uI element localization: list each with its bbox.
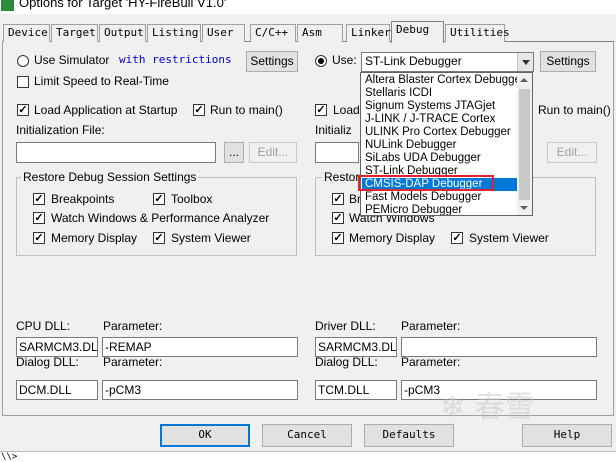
tab-device[interactable]: Device: [3, 24, 50, 42]
cpu-param-label: Parameter:: [103, 319, 163, 333]
driver-dll-input[interactable]: SARMCM3.DLL: [315, 337, 397, 357]
dropdown-scrollbar[interactable]: [517, 73, 532, 215]
tab-linker[interactable]: Linker: [346, 24, 391, 42]
cancel-button[interactable]: Cancel: [262, 424, 352, 447]
dialog-param-label: Parameter:: [103, 355, 163, 369]
title-bar: Options for Target 'HY-FireBull V1.0': [0, 0, 616, 14]
dropdown-item[interactable]: J-LINK / J-TRACE Cortex: [362, 113, 518, 126]
debugger-dropdown-list: Altera Blaster Cortex Debugger Stellaris…: [360, 72, 533, 216]
right-system-viewer-label: System Viewer: [469, 231, 549, 245]
with-restrictions-link[interactable]: with restrictions: [119, 53, 232, 66]
toolbox-checkbox[interactable]: ✓: [153, 193, 165, 205]
debugger-select-value: ST-Link Debugger: [365, 54, 462, 68]
simulator-settings-button[interactable]: Settings: [246, 51, 298, 72]
breakpoints-checkbox[interactable]: ✓: [33, 193, 45, 205]
toolbox-label: Toolbox: [171, 192, 213, 206]
limit-speed-label: Limit Speed to Real-Time: [34, 74, 169, 88]
right-watch-windows-checkbox[interactable]: ✓: [332, 212, 344, 224]
dropdown-item[interactable]: Altera Blaster Cortex Debugger: [362, 74, 525, 87]
chevron-down-icon[interactable]: [517, 53, 533, 71]
memory-display-label: Memory Display: [51, 231, 138, 245]
use-debugger-radio[interactable]: [315, 55, 327, 67]
right-dialog-dll-label: Dialog DLL:: [315, 355, 378, 369]
right-init-file-edit-button[interactable]: Edit...: [547, 142, 597, 163]
command-console[interactable]: \\>: [0, 451, 616, 462]
driver-param-label: Parameter:: [401, 319, 461, 333]
watch-windows-checkbox[interactable]: ✓: [33, 212, 45, 224]
right-init-file-input[interactable]: [315, 142, 359, 163]
scrollbar-thumb[interactable]: [519, 89, 530, 200]
debugger-select[interactable]: ST-Link Debugger: [361, 52, 534, 72]
memory-display-checkbox[interactable]: ✓: [33, 232, 45, 244]
window-title: Options for Target 'HY-FireBull V1.0': [19, 0, 227, 10]
right-load-label: Load: [333, 103, 360, 117]
ok-button[interactable]: OK: [160, 424, 250, 447]
use-simulator-radio[interactable]: [17, 55, 29, 67]
use-label: Use:: [332, 53, 357, 67]
system-viewer-checkbox[interactable]: ✓: [153, 232, 165, 244]
tab-listing[interactable]: Listing: [147, 24, 201, 42]
driver-dll-label: Driver DLL:: [315, 319, 376, 333]
right-system-viewer-checkbox[interactable]: ✓: [451, 232, 463, 244]
run-to-main-checkbox[interactable]: ✓: [193, 104, 205, 116]
tab-user[interactable]: User: [202, 24, 245, 42]
scroll-up-arrow-icon[interactable]: [520, 78, 528, 82]
run-to-main-label: Run to main(): [210, 103, 283, 117]
watermark: ❄ 春雪: [440, 390, 535, 425]
driver-param-input[interactable]: [401, 337, 597, 357]
limit-speed-checkbox[interactable]: [17, 76, 29, 88]
cpu-param-input[interactable]: -REMAP: [102, 337, 298, 357]
dialog-dll-label: Dialog DLL:: [16, 355, 79, 369]
init-file-edit-button[interactable]: Edit...: [249, 142, 297, 163]
tab-output[interactable]: Output: [99, 24, 146, 42]
init-file-browse-button[interactable]: ...: [224, 142, 244, 163]
right-memory-display-label: Memory Display: [349, 231, 436, 245]
load-app-checkbox[interactable]: ✓: [17, 104, 29, 116]
cpu-dll-input[interactable]: SARMCM3.DLL: [16, 337, 98, 357]
right-memory-display-checkbox[interactable]: ✓: [332, 232, 344, 244]
dialog-dll-input[interactable]: DCM.DLL: [16, 380, 98, 400]
annotation-highlight-box: [358, 175, 494, 191]
right-load-app-checkbox[interactable]: ✓: [315, 104, 327, 116]
tab-target[interactable]: Target: [51, 24, 98, 42]
tab-debug[interactable]: Debug: [391, 21, 444, 43]
right-init-file-label: Initializ: [315, 123, 352, 137]
cpu-dll-label: CPU DLL:: [16, 319, 71, 333]
watermark-text: 春雪: [474, 390, 535, 425]
right-dialog-dll-input[interactable]: TCM.DLL: [315, 380, 397, 400]
dialog-param-input[interactable]: -pCM3: [102, 380, 298, 400]
restore-settings-title: Restore Debug Session Settings: [21, 170, 199, 184]
load-app-label: Load Application at Startup: [34, 103, 178, 117]
dropdown-item[interactable]: ULINK Pro Cortex Debugger: [362, 126, 518, 139]
dropdown-item[interactable]: Signum Systems JTAGjet: [362, 100, 518, 113]
right-breakpoints-checkbox[interactable]: ✓: [332, 193, 344, 205]
tab-bar: Device Target Output Listing User C/C++ …: [0, 21, 616, 43]
right-run-to-main-label: Run to main(): [538, 103, 611, 117]
app-logo-icon: [1, 0, 14, 11]
breakpoints-label: Breakpoints: [51, 192, 115, 206]
tab-cc[interactable]: C/C++: [250, 24, 296, 42]
use-simulator-label: Use Simulator: [34, 53, 110, 67]
watch-windows-label: Watch Windows & Performance Analyzer: [51, 211, 270, 225]
dropdown-item[interactable]: Stellaris ICDI: [362, 87, 518, 100]
debugger-settings-button[interactable]: Settings: [540, 51, 596, 72]
tab-asm[interactable]: Asm: [297, 24, 343, 42]
dropdown-item[interactable]: SiLabs UDA Debugger: [362, 152, 518, 165]
dropdown-item[interactable]: PEMicro Debugger: [362, 204, 518, 215]
scroll-down-arrow-icon[interactable]: [520, 206, 528, 210]
right-dialog-param-label: Parameter:: [401, 355, 461, 369]
system-viewer-label: System Viewer: [171, 231, 251, 245]
dropdown-item[interactable]: Fast Models Debugger: [362, 191, 518, 204]
init-file-input[interactable]: [16, 142, 216, 163]
help-button[interactable]: Help: [522, 424, 612, 447]
defaults-button[interactable]: Defaults: [364, 424, 454, 447]
dropdown-item[interactable]: NULink Debugger: [362, 139, 518, 152]
init-file-label: Initialization File:: [16, 123, 105, 137]
tab-utilities[interactable]: Utilities: [445, 24, 510, 42]
